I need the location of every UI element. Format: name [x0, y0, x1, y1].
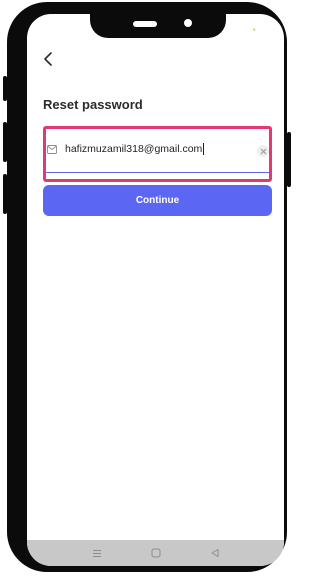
clear-icon[interactable] [257, 145, 269, 157]
screen: • Reset password hafizmuzamil318@gmail.c… [27, 14, 284, 566]
email-highlight-box: hafizmuzamil318@gmail.com [43, 126, 272, 182]
text-caret [203, 143, 205, 156]
power-button-left [3, 174, 7, 214]
back-icon[interactable] [208, 546, 222, 560]
menu-icon[interactable] [90, 546, 104, 560]
phone-frame: • Reset password hafizmuzamil318@gmail.c… [3, 2, 291, 572]
mail-icon [47, 145, 57, 154]
page-title: Reset password [43, 97, 143, 112]
close-icon [260, 148, 266, 154]
android-nav-bar [27, 540, 284, 566]
email-input-text[interactable]: hafizmuzamil318@gmail.com [65, 143, 205, 156]
volume-up-button [3, 76, 7, 101]
back-button[interactable] [37, 48, 59, 70]
notch [90, 14, 226, 38]
status-indicator: • [253, 27, 256, 34]
volume-down-button [3, 122, 7, 162]
chevron-left-icon [44, 52, 52, 66]
home-icon[interactable] [149, 546, 163, 560]
continue-button[interactable]: Continue [43, 185, 272, 216]
speaker-grille [133, 21, 157, 27]
email-field[interactable]: hafizmuzamil318@gmail.com [46, 135, 269, 173]
power-button-right [287, 132, 291, 187]
front-camera [184, 19, 192, 27]
